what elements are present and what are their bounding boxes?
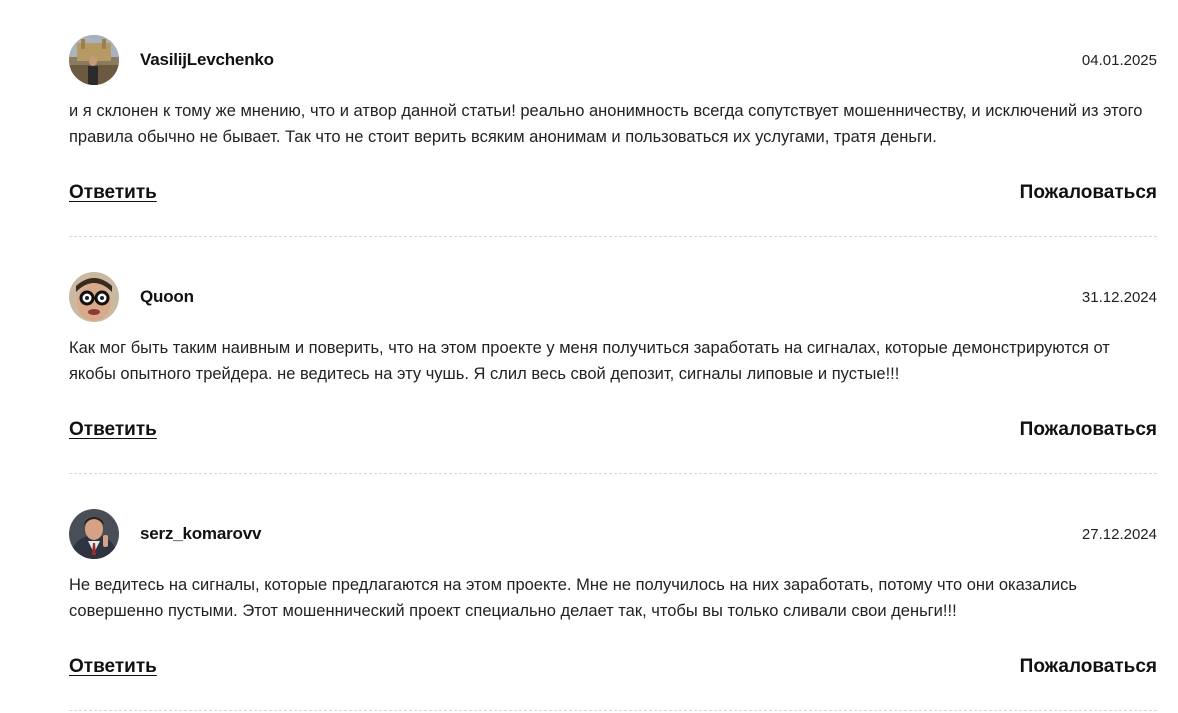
comment-username: Quoon [140,287,194,306]
avatar[interactable] [69,272,119,322]
report-link[interactable]: Пожаловаться [1020,656,1157,678]
comment-date: 04.01.2025 [1081,51,1157,69]
reply-link[interactable]: Ответить [69,656,157,678]
avatar[interactable] [69,509,119,559]
comment-actions: Ответить Пожаловаться [69,419,1157,441]
report-link[interactable]: Пожаловаться [1020,419,1157,441]
comment-text: Не ведитесь на сигналы, которые предлага… [69,576,1078,620]
comment-actions: Ответить Пожаловаться [69,182,1157,204]
comment-item: VasilijLevchenko 04.01.2025 и я склонен … [69,0,1157,237]
comment-item: serz_komarovv 27.12.2024 Не ведитесь на … [69,474,1157,711]
comment-header: serz_komarovv 27.12.2024 [69,509,1157,559]
comment-date: 31.12.2024 [1081,288,1157,306]
comments-list: VasilijLevchenko 04.01.2025 и я склонен … [69,0,1157,711]
comment-item: Quoon 31.12.2024 Как мог быть таким наив… [69,237,1157,474]
comment-date: 27.12.2024 [1081,525,1157,543]
comment-header: VasilijLevchenko 04.01.2025 [69,35,1157,85]
comment-actions: Ответить Пожаловаться [69,656,1157,678]
reply-link[interactable]: Ответить [69,419,157,441]
comment-text: и я склонен к тому же мнению, что и атво… [69,102,1143,146]
comment-username: VasilijLevchenko [140,50,274,69]
comment-header: Quoon 31.12.2024 [69,272,1157,322]
comment-username: serz_komarovv [140,524,262,543]
avatar[interactable] [69,35,119,85]
report-link[interactable]: Пожаловаться [1020,182,1157,204]
comment-text: Как мог быть таким наивным и поверить, ч… [69,339,1110,383]
reply-link[interactable]: Ответить [69,182,157,204]
